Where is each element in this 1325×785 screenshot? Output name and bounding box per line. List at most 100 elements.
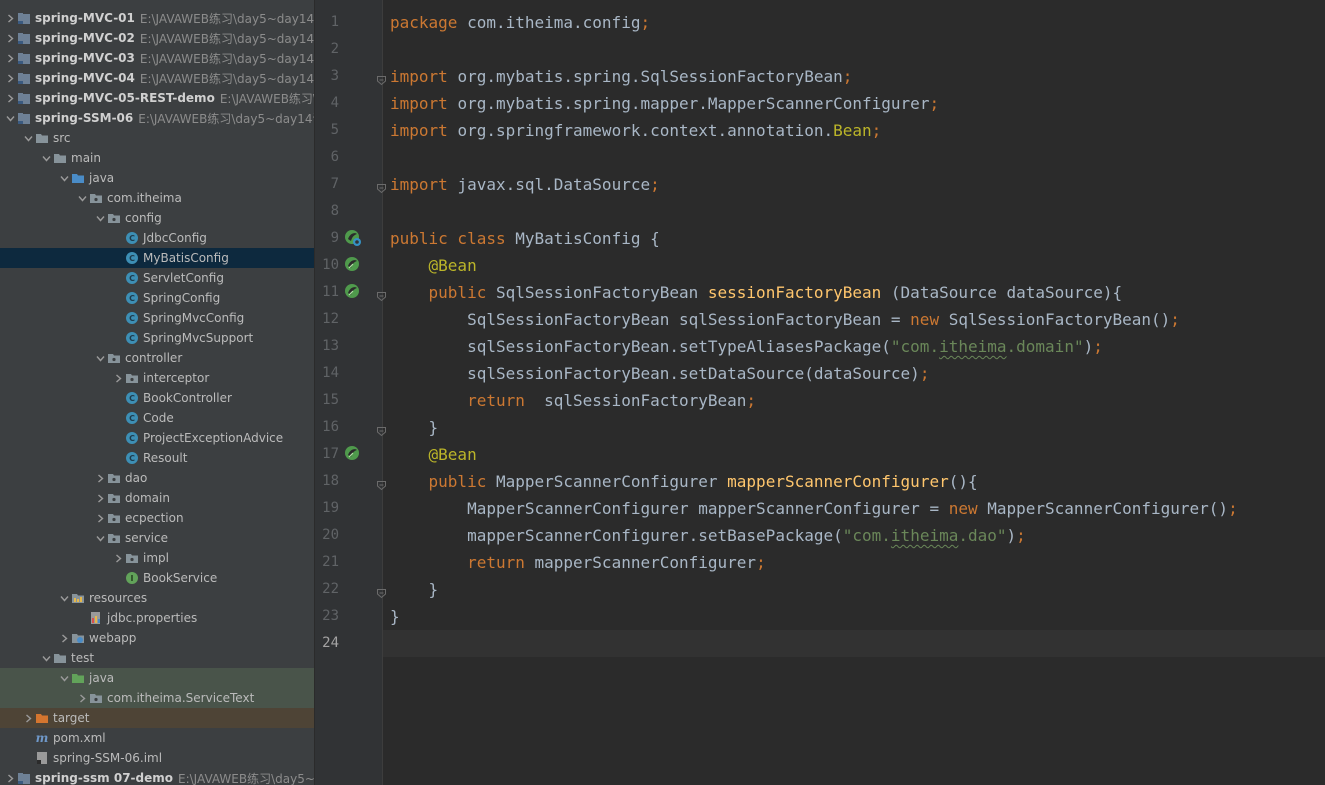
tree-node-pom-xml[interactable]: m pom.xml	[0, 728, 314, 748]
tree-node-label: SpringMvcSupport	[143, 331, 254, 345]
code-line[interactable]: }	[390, 603, 400, 630]
chevron-down-icon[interactable]	[58, 668, 70, 688]
code-line[interactable]: return sqlSessionFactoryBean;	[390, 387, 756, 414]
tree-node-mybatisconfig[interactable]: C MyBatisConfig	[0, 248, 314, 268]
code-line[interactable]: return mapperScannerConfigurer;	[390, 549, 766, 576]
tree-node-bookservice[interactable]: I BookService	[0, 568, 314, 588]
chevron-down-icon[interactable]	[4, 108, 16, 128]
spring-bean-icon[interactable]	[344, 445, 362, 463]
code-token: )	[1006, 526, 1017, 545]
code-line[interactable]: SqlSessionFactoryBean sqlSessionFactoryB…	[390, 306, 1180, 333]
tree-node-spring-mvc-03[interactable]: spring-MVC-03 E:\JAVAWEB练习\day5~day14课	[0, 48, 314, 68]
tree-node-target[interactable]: target	[0, 708, 314, 728]
tree-node-src[interactable]: src	[0, 128, 314, 148]
chevron-right-icon[interactable]	[112, 368, 124, 388]
tree-node-resoult[interactable]: C Resoult	[0, 448, 314, 468]
code-line[interactable]: @Bean	[390, 441, 477, 468]
chevron-right-icon[interactable]	[4, 8, 16, 28]
chevron-right-icon[interactable]	[76, 688, 88, 708]
fold-icon[interactable]	[376, 422, 387, 437]
chevron-right-icon[interactable]	[4, 88, 16, 108]
spring-bean-class-icon[interactable]	[344, 229, 362, 247]
fold-icon[interactable]	[376, 71, 387, 86]
code-line[interactable]: sqlSessionFactoryBean.setDataSource(data…	[390, 360, 929, 387]
fold-icon[interactable]	[376, 179, 387, 194]
tree-node-springconfig[interactable]: C SpringConfig	[0, 288, 314, 308]
tree-node-jdbc-properties[interactable]: jdbc.properties	[0, 608, 314, 628]
tree-node-servletconfig[interactable]: C ServletConfig	[0, 268, 314, 288]
chevron-right-icon[interactable]	[4, 28, 16, 48]
chevron-down-icon[interactable]	[58, 168, 70, 188]
chevron-right-icon[interactable]	[94, 468, 106, 488]
code-line[interactable]: public MapperScannerConfigurer mapperSca…	[390, 468, 978, 495]
tree-node-controller[interactable]: controller	[0, 348, 314, 368]
tree-node-ecpection[interactable]: ecpection	[0, 508, 314, 528]
code-line[interactable]: import javax.sql.DataSource;	[390, 171, 660, 198]
chevron-right-icon[interactable]	[94, 508, 106, 528]
chevron-right-icon[interactable]	[4, 48, 16, 68]
tree-node-code[interactable]: C Code	[0, 408, 314, 428]
code-line[interactable]: }	[390, 576, 439, 603]
spring-bean-icon[interactable]	[344, 283, 362, 301]
chevron-down-icon[interactable]	[76, 188, 88, 208]
chevron-right-icon[interactable]	[4, 68, 16, 88]
code-line[interactable]: public SqlSessionFactoryBean sessionFact…	[390, 279, 1123, 306]
code-line[interactable]: import org.mybatis.spring.mapper.MapperS…	[390, 90, 939, 117]
code-line[interactable]: package com.itheima.config;	[390, 9, 650, 36]
tree-node-com-itheima-servicetext[interactable]: com.itheima.ServiceText	[0, 688, 314, 708]
tree-node-springmvcconfig[interactable]: C SpringMvcConfig	[0, 308, 314, 328]
chevron-right-icon[interactable]	[4, 768, 16, 785]
chevron-down-icon[interactable]	[22, 128, 34, 148]
tree-node-test[interactable]: test	[0, 648, 314, 668]
package-icon	[124, 370, 140, 386]
tree-node-webapp[interactable]: webapp	[0, 628, 314, 648]
tree-node-interceptor[interactable]: interceptor	[0, 368, 314, 388]
tree-node-com-itheima[interactable]: com.itheima	[0, 188, 314, 208]
tree-node-spring-mvc-02[interactable]: spring-MVC-02 E:\JAVAWEB练习\day5~day14课	[0, 28, 314, 48]
tree-node-main[interactable]: main	[0, 148, 314, 168]
tree-node-spring-ssm-07-demo[interactable]: spring-ssm 07-demo E:\JAVAWEB练习\day5~d	[0, 768, 314, 785]
tree-node-bookcontroller[interactable]: C BookController	[0, 388, 314, 408]
fold-icon[interactable]	[376, 476, 387, 491]
fold-icon[interactable]	[376, 584, 387, 599]
tree-node-dao[interactable]: dao	[0, 468, 314, 488]
code-line[interactable]: import org.mybatis.spring.SqlSessionFact…	[390, 63, 852, 90]
chevron-down-icon[interactable]	[94, 528, 106, 548]
code-line[interactable]: }	[390, 414, 439, 441]
chevron-right-icon[interactable]	[58, 628, 70, 648]
chevron-down-icon[interactable]	[40, 148, 52, 168]
chevron-down-icon[interactable]	[94, 208, 106, 228]
tree-node-domain[interactable]: domain	[0, 488, 314, 508]
tree-node-spring-mvc-05-rest-demo[interactable]: spring-MVC-05-REST-demo E:\JAVAWEB练习\d	[0, 88, 314, 108]
tree-node-spring-ssm-06[interactable]: spring-SSM-06 E:\JAVAWEB练习\day5~day14课	[0, 108, 314, 128]
chevron-right-icon[interactable]	[22, 708, 34, 728]
code-line[interactable]: public class MyBatisConfig {	[390, 225, 660, 252]
tree-node-jdbcconfig[interactable]: C JdbcConfig	[0, 228, 314, 248]
line-number: 10	[322, 257, 339, 273]
fold-icon[interactable]	[376, 287, 387, 302]
tree-node-projectexceptionadvice[interactable]: C ProjectExceptionAdvice	[0, 428, 314, 448]
tree-node-spring-mvc-01[interactable]: spring-MVC-01 E:\JAVAWEB练习\day5~day14课	[0, 8, 314, 28]
tree-node-java[interactable]: java	[0, 168, 314, 188]
chevron-down-icon[interactable]	[58, 588, 70, 608]
code-line[interactable]: sqlSessionFactoryBean.setTypeAliasesPack…	[390, 333, 1103, 360]
code-token: public	[428, 283, 496, 302]
tree-node-resources[interactable]: resources	[0, 588, 314, 608]
spring-bean-icon[interactable]	[344, 256, 362, 274]
code-line[interactable]: @Bean	[390, 252, 477, 279]
tree-node-spring-ssm-06-iml[interactable]: spring-SSM-06.iml	[0, 748, 314, 768]
chevron-down-icon[interactable]	[94, 348, 106, 368]
tree-node-service[interactable]: service	[0, 528, 314, 548]
chevron-down-icon[interactable]	[40, 648, 52, 668]
chevron-right-icon[interactable]	[112, 548, 124, 568]
tree-node-impl[interactable]: impl	[0, 548, 314, 568]
chevron-right-icon[interactable]	[94, 488, 106, 508]
tree-node-springmvcsupport[interactable]: C SpringMvcSupport	[0, 328, 314, 348]
tree-node-spring-mvc-04[interactable]: spring-MVC-04 E:\JAVAWEB练习\day5~day14课	[0, 68, 314, 88]
tree-node-config[interactable]: config	[0, 208, 314, 228]
code-line[interactable]: MapperScannerConfigurer mapperScannerCon…	[390, 495, 1238, 522]
tree-node-java[interactable]: java	[0, 668, 314, 688]
code-line[interactable]: import org.springframework.context.annot…	[390, 117, 881, 144]
tree-node-label: Code	[143, 411, 174, 425]
code-line[interactable]: mapperScannerConfigurer.setBasePackage("…	[390, 522, 1026, 549]
